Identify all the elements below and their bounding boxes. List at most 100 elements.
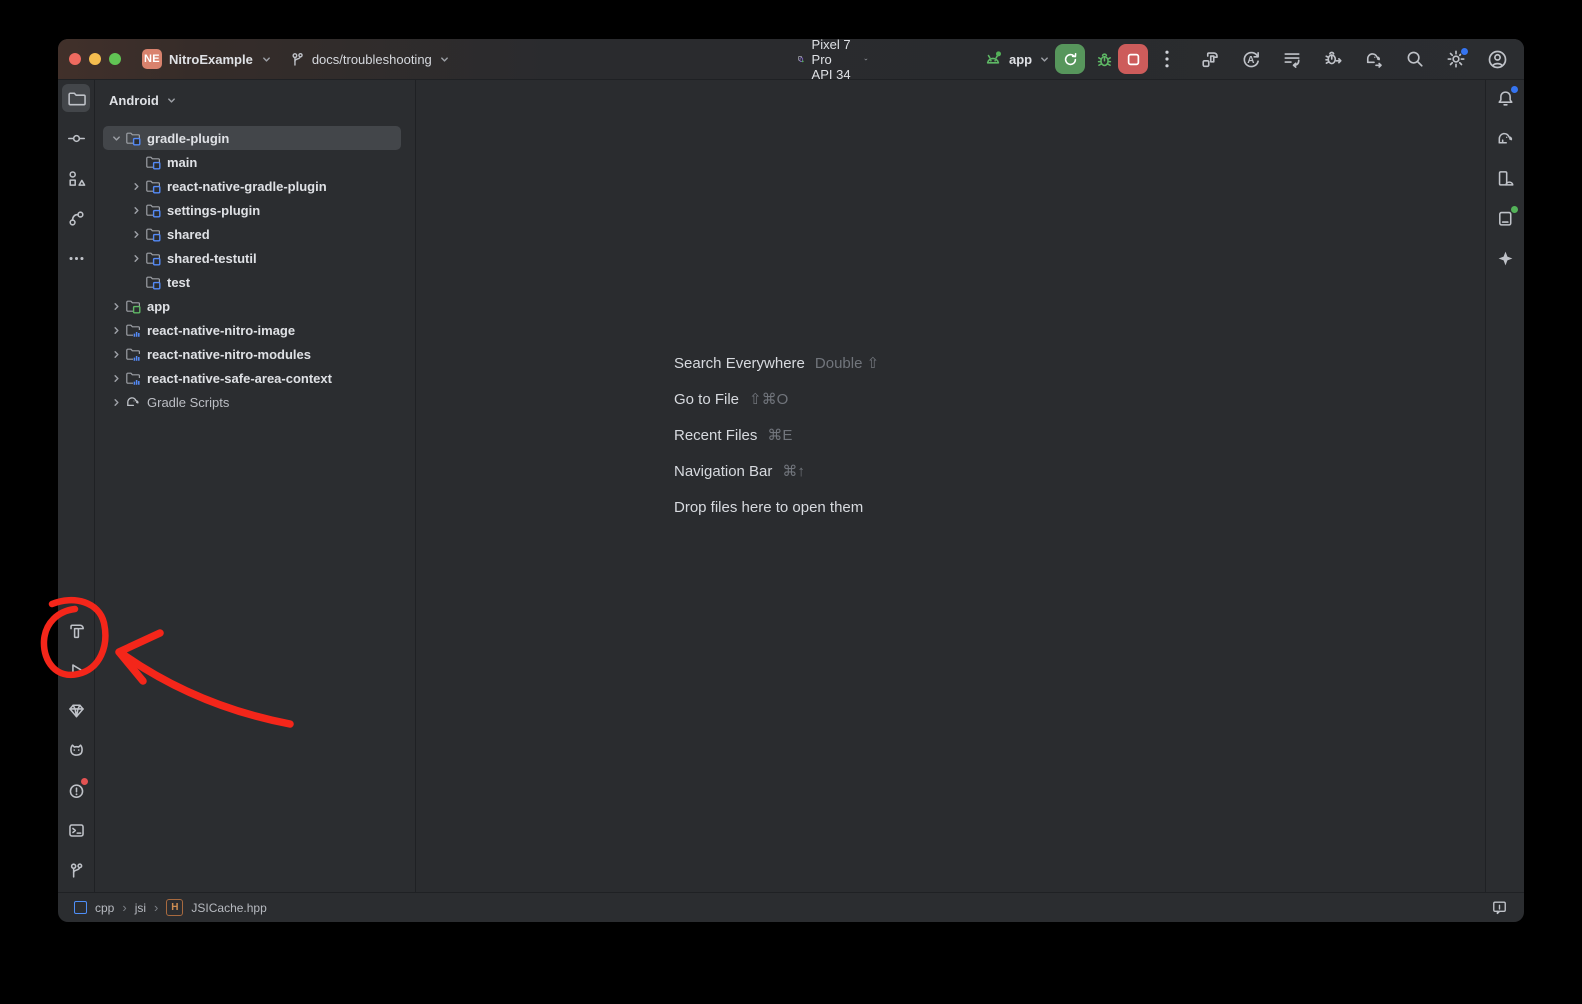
tree-item-react-native-gradle-plugin[interactable]: react-native-gradle-plugin — [103, 174, 401, 198]
svg-text:A: A — [1247, 55, 1254, 66]
drop-hint-label: Drop files here to open them — [674, 496, 863, 520]
tool-app-inspection-button[interactable] — [62, 696, 90, 724]
chevron-down-icon — [1040, 55, 1049, 64]
tool-device-manager-button[interactable] — [1491, 164, 1519, 192]
chevron-down-icon[interactable] — [107, 130, 123, 146]
tool-notifications-button[interactable] — [1491, 84, 1519, 112]
tool-run-button[interactable] — [62, 656, 90, 684]
tool-problems-button[interactable] — [62, 776, 90, 804]
cpp-namespace-icon — [74, 901, 87, 914]
tree-item-main[interactable]: main — [103, 150, 401, 174]
commit-icon — [67, 129, 86, 148]
tree-item-label: Gradle Scripts — [147, 395, 229, 410]
module-folder-icon — [145, 226, 161, 242]
device-selector[interactable]: Pixel 7 Pro API 34 — [797, 39, 868, 79]
tool-commit-button[interactable] — [62, 124, 90, 152]
tool-terminal-button[interactable] — [62, 816, 90, 844]
project-selector[interactable]: NE NitroExample — [142, 49, 271, 69]
gradle-elephant-icon — [125, 394, 141, 410]
breadcrumb-file[interactable]: JSICache.hpp — [191, 901, 266, 915]
shortcut-go-to-file: Go to File ⇧⌘O — [674, 388, 879, 412]
module-folder-icon — [145, 202, 161, 218]
tree-item-shared-testutil[interactable]: shared-testutil — [103, 246, 401, 270]
chevron-right-icon[interactable] — [127, 202, 143, 218]
settings-button[interactable] — [1445, 48, 1467, 70]
profile-button[interactable] — [1486, 48, 1508, 70]
tree-item-label: settings-plugin — [167, 203, 260, 218]
chevron-right-icon[interactable] — [107, 298, 123, 314]
module-folder-icon — [145, 154, 161, 170]
tool-structure-button[interactable] — [62, 164, 90, 192]
chevron-right-icon[interactable] — [107, 370, 123, 386]
project-view-label: Android — [109, 93, 159, 108]
chevron-right-icon[interactable] — [127, 226, 143, 242]
tree-item-gradle-scripts[interactable]: Gradle Scripts — [103, 390, 401, 414]
tree-item-test[interactable]: test — [103, 270, 401, 294]
tooltip-bubble-icon — [1491, 899, 1508, 916]
running-devices-dot — [1510, 205, 1519, 214]
bug-arrow-icon — [1323, 49, 1343, 69]
editor-empty-state: Search Everywhere Double ⇧ Go to File ⇧⌘… — [674, 352, 879, 520]
structure-shapes-icon — [67, 169, 86, 188]
chevron-right-icon[interactable] — [127, 178, 143, 194]
editor-area[interactable]: Search Everywhere Double ⇧ Go to File ⇧⌘… — [416, 80, 1485, 892]
code-changes-icon — [1282, 49, 1302, 69]
apply-code-changes-button[interactable] — [1281, 48, 1303, 70]
more-actions-button[interactable] — [1159, 47, 1175, 71]
header-file-icon: H — [166, 899, 183, 916]
play-icon — [67, 661, 86, 680]
status-bar: cpp › jsi › H JSICache.hpp — [58, 892, 1524, 922]
apply-changes-restart-button[interactable]: A — [1240, 48, 1262, 70]
tree-item-shared[interactable]: shared — [103, 222, 401, 246]
close-button[interactable] — [69, 53, 81, 65]
chevron-placeholder — [127, 154, 143, 170]
chevron-right-icon[interactable] — [127, 250, 143, 266]
library-folder-icon — [125, 322, 141, 338]
tree-item-gradle-plugin[interactable]: gradle-plugin — [103, 126, 401, 150]
gradle-sync-button[interactable] — [1363, 48, 1385, 70]
tool-gemini-button[interactable] — [1491, 244, 1519, 272]
git-branch-icon — [289, 51, 306, 68]
stop-button[interactable] — [1118, 44, 1148, 74]
rerun-button[interactable] — [1055, 44, 1085, 74]
minimize-button[interactable] — [89, 53, 101, 65]
attach-debugger-button[interactable] — [1322, 48, 1344, 70]
tree-item-settings-plugin[interactable]: settings-plugin — [103, 198, 401, 222]
main-content: Android gradle-plugin main — [58, 80, 1524, 892]
search-everywhere-button[interactable] — [1404, 48, 1426, 70]
breadcrumb-root[interactable]: cpp — [95, 901, 114, 915]
chevron-right-icon[interactable] — [107, 346, 123, 362]
tool-vcs-button[interactable] — [62, 204, 90, 232]
sparkle-icon — [1496, 249, 1515, 268]
project-view-selector[interactable]: Android — [95, 80, 415, 110]
tool-version-control-button[interactable] — [62, 856, 90, 884]
tree-item-app[interactable]: app — [103, 294, 401, 318]
tool-logcat-button[interactable] — [62, 736, 90, 764]
breadcrumb-separator: › — [122, 901, 126, 914]
vcs-branch-selector[interactable]: docs/troubleshooting — [289, 51, 449, 68]
build-project-button[interactable] — [1199, 48, 1221, 70]
stop-square-icon — [1126, 52, 1141, 67]
tree-item-label: main — [167, 155, 197, 170]
tool-running-devices-button[interactable] — [1491, 204, 1519, 232]
tree-item-label: app — [147, 299, 170, 314]
tree-item-label: react-native-nitro-modules — [147, 347, 311, 362]
tree-item-label: react-native-gradle-plugin — [167, 179, 327, 194]
chevron-down-icon — [864, 55, 868, 64]
statusbar-hint-button[interactable] — [1491, 899, 1508, 916]
tool-build-button[interactable] — [62, 616, 90, 644]
tree-item-react-native-nitro-image[interactable]: react-native-nitro-image — [103, 318, 401, 342]
run-configuration-selector[interactable]: app — [983, 39, 1049, 79]
tree-item-react-native-safe-area-context[interactable]: react-native-safe-area-context — [103, 366, 401, 390]
breadcrumb-mid[interactable]: jsi — [135, 901, 146, 915]
tree-item-react-native-nitro-modules[interactable]: react-native-nitro-modules — [103, 342, 401, 366]
debug-button[interactable] — [1094, 49, 1114, 69]
chevron-right-icon[interactable] — [107, 322, 123, 338]
tool-project-button[interactable] — [62, 84, 90, 112]
chevron-right-icon[interactable] — [107, 394, 123, 410]
maximize-button[interactable] — [109, 53, 121, 65]
tool-gradle-button[interactable] — [1491, 124, 1519, 152]
settings-notification-dot — [1460, 47, 1469, 56]
tool-more-button[interactable] — [62, 244, 90, 272]
library-folder-icon — [125, 346, 141, 362]
